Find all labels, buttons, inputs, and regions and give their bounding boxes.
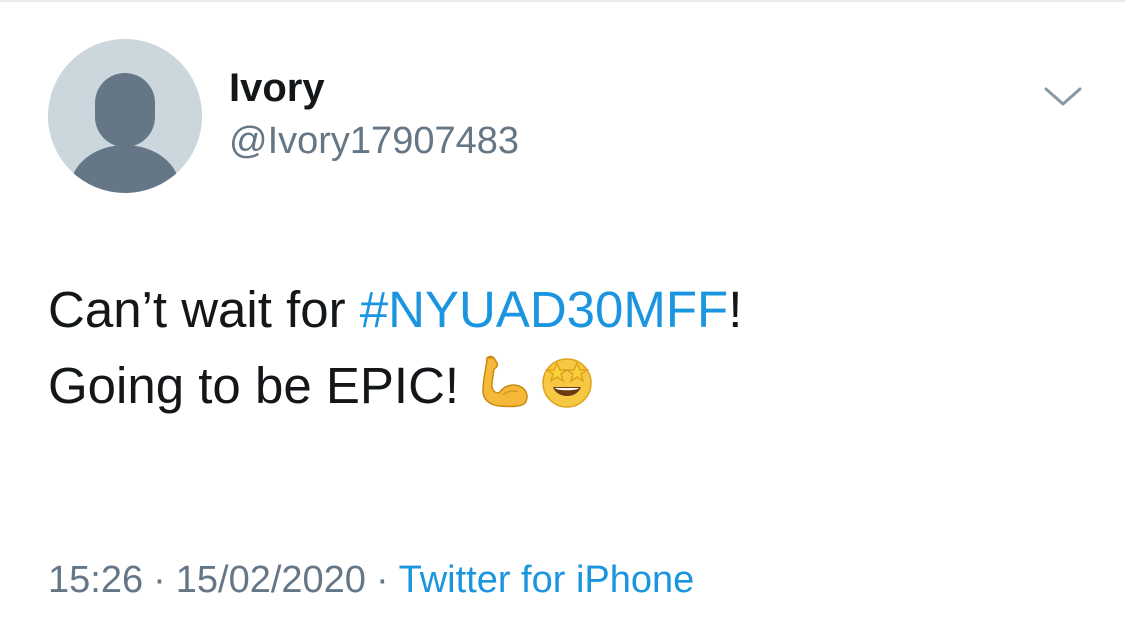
default-profile-icon: [48, 39, 202, 193]
user-handle[interactable]: @Ivory17907483: [229, 117, 519, 165]
tweet-text-line2: Going to be EPIC!: [48, 357, 460, 414]
star-struck-icon: [539, 353, 595, 409]
tweet-text: Can’t wait for #NYUAD30MFF! Going to be …: [48, 272, 1088, 424]
tweet-line-2: Going to be EPIC!: [48, 348, 1088, 424]
tweet-meta: 15:26 · 15/02/2020 · Twitter for iPhone: [48, 555, 694, 605]
meta-separator: ·: [375, 559, 389, 601]
tweet-text-prefix: Can’t wait for: [48, 281, 360, 338]
tweet-date: 15/02/2020: [175, 559, 366, 601]
hashtag-link[interactable]: #NYUAD30MFF: [360, 281, 728, 338]
flexed-biceps-icon: [477, 353, 533, 409]
user-display-name[interactable]: Ivory: [229, 64, 325, 112]
tweet-card: Ivory @Ivory17907483 Can’t wait for #NYU…: [0, 0, 1125, 635]
source-link[interactable]: Twitter for iPhone: [399, 559, 695, 601]
tweet-line-1: Can’t wait for #NYUAD30MFF!: [48, 272, 1088, 348]
chevron-down-icon[interactable]: [1040, 80, 1086, 110]
avatar[interactable]: [48, 39, 202, 193]
tweet-time: 15:26: [48, 559, 144, 601]
tweet-text-suffix: !: [728, 281, 743, 338]
meta-separator: ·: [153, 559, 166, 601]
